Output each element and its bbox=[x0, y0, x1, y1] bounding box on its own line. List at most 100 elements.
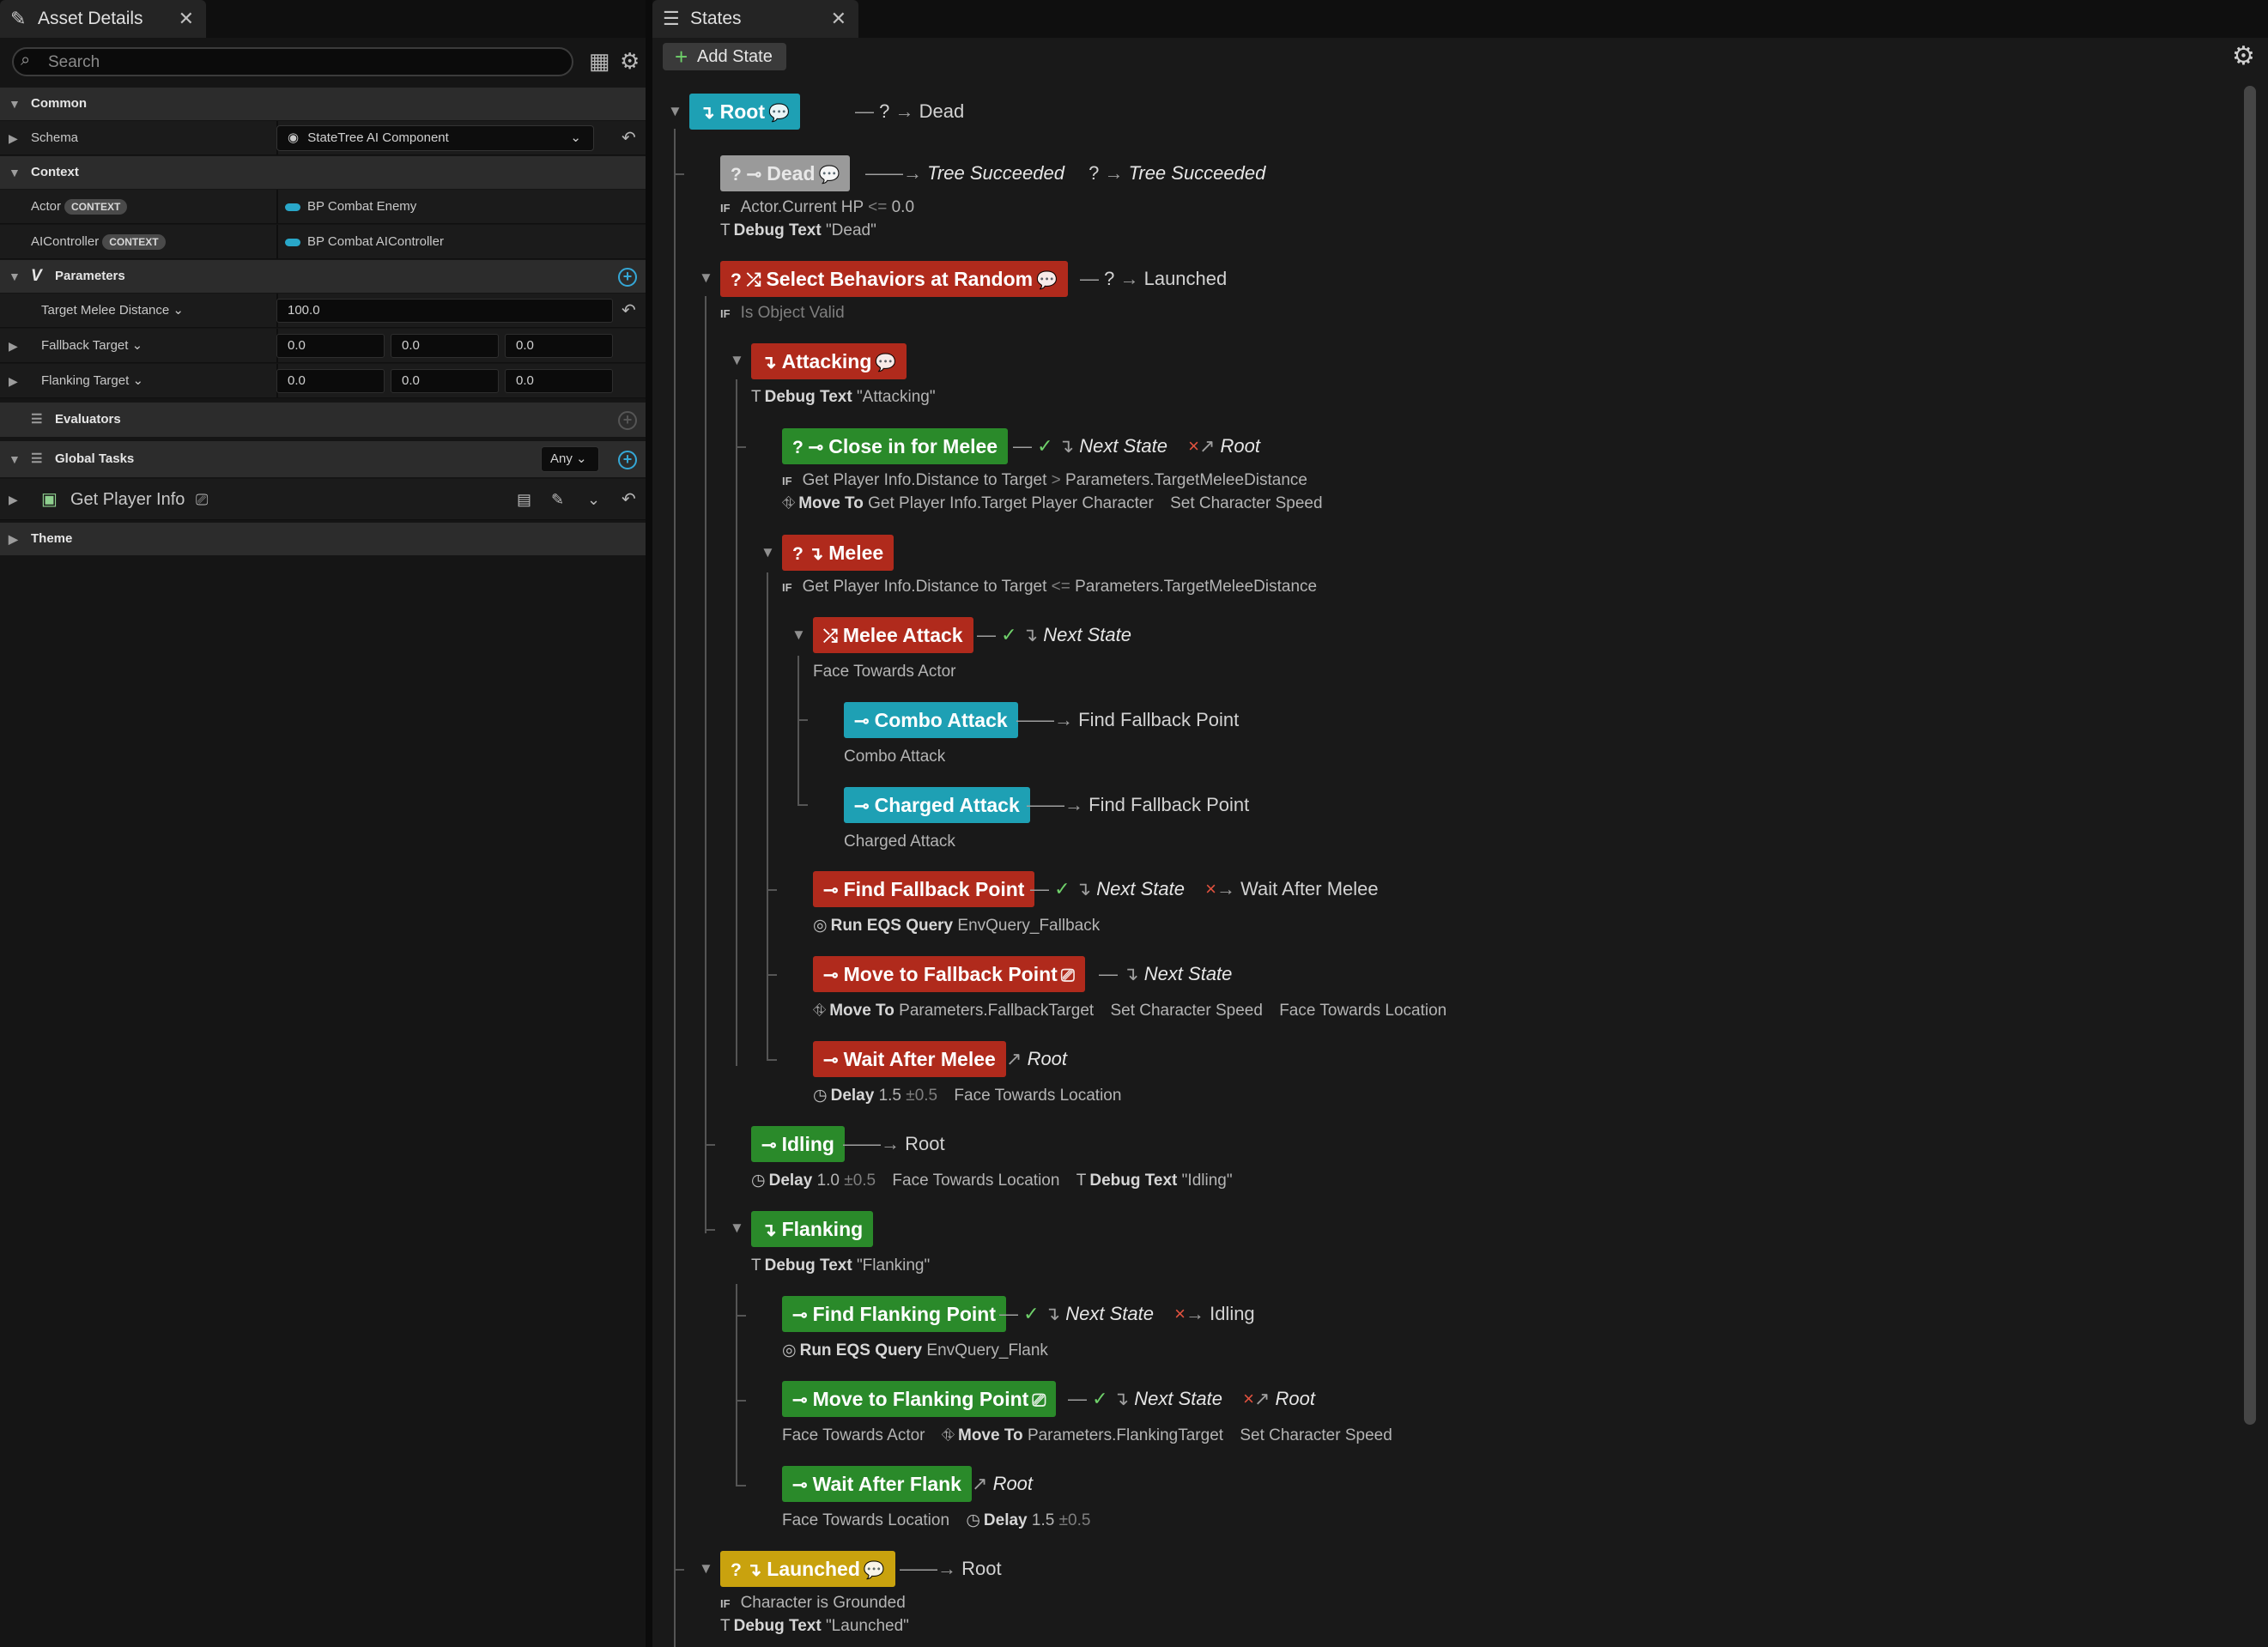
state-move-to-flanking-point[interactable]: ⊸ Move to Flanking Point ⎚ bbox=[782, 1381, 1057, 1417]
add-evaluator-icon[interactable]: + bbox=[618, 411, 637, 430]
collapse-arrow-icon[interactable]: ▼ bbox=[730, 1220, 744, 1237]
object-icon bbox=[285, 203, 300, 211]
flanking-target-label[interactable]: Flanking Target ⌄ bbox=[41, 364, 143, 398]
flanking-z-input[interactable]: 0.0 bbox=[505, 369, 613, 393]
state-launched[interactable]: ? ↴ Launched 💬 bbox=[720, 1551, 895, 1587]
transition-root: — ? → Dead bbox=[855, 100, 965, 122]
target-melee-distance-input[interactable]: 100.0 bbox=[276, 299, 613, 323]
panel-splitter[interactable] bbox=[646, 0, 652, 1647]
schema-row: ▶ Schema ◉ StateTree AI Component ⌄ ↶ bbox=[0, 121, 646, 155]
tree-line bbox=[736, 1485, 746, 1487]
transition-wait-flank: ↗ Root bbox=[972, 1473, 1034, 1494]
flanking-y-input[interactable]: 0.0 bbox=[391, 369, 499, 393]
tab-states[interactable]: ☰ States ✕ bbox=[652, 0, 858, 38]
if-icon: IF bbox=[782, 475, 792, 487]
state-find-flanking-point[interactable]: ⊸ Find Flanking Point bbox=[782, 1296, 1006, 1332]
check-icon: ✓ bbox=[1001, 624, 1017, 645]
close-in-tasks: ⛗ Move To Get Player Info.Target Player C… bbox=[782, 494, 1323, 512]
state-melee-attack[interactable]: ⤮ Melee Attack bbox=[813, 617, 973, 653]
task-state-icon: ⊸ bbox=[823, 1051, 839, 1070]
collapse-arrow-icon[interactable]: ▼ bbox=[699, 1560, 713, 1577]
close-icon[interactable]: ✕ bbox=[831, 0, 846, 38]
edit-icon[interactable]: ✎ bbox=[551, 479, 564, 520]
reset-icon[interactable]: ↶ bbox=[622, 479, 636, 520]
expand-arrow-icon[interactable]: ▶ bbox=[9, 364, 18, 398]
flanking-x-input[interactable]: 0.0 bbox=[276, 369, 385, 393]
tree-line bbox=[736, 379, 737, 1066]
table-icon[interactable]: ▦ bbox=[589, 48, 610, 75]
collapse-arrow-icon[interactable]: ▼ bbox=[668, 103, 682, 120]
category-evaluators-label: Evaluators bbox=[55, 412, 121, 427]
tab-asset-details[interactable]: ✎ Asset Details ✕ bbox=[0, 0, 206, 38]
state-attacking[interactable]: ↴ Attacking 💬 bbox=[751, 343, 907, 379]
browse-icon[interactable]: ▤ bbox=[517, 479, 531, 520]
search-field[interactable]: ⌕ bbox=[12, 47, 573, 76]
state-wait-after-flank[interactable]: ⊸ Wait After Flank bbox=[782, 1466, 972, 1502]
collapse-arrow-icon[interactable]: ▼ bbox=[761, 544, 775, 561]
expand-arrow-icon[interactable]: ▶ bbox=[9, 329, 18, 363]
object-icon bbox=[285, 238, 300, 246]
collapse-arrow-icon: ▼ bbox=[9, 452, 21, 466]
transition-launched: ——→ Root bbox=[900, 1558, 1002, 1579]
vertical-scrollbar[interactable] bbox=[2244, 86, 2256, 1425]
collapse-arrow-icon[interactable]: ▼ bbox=[699, 269, 713, 287]
fallback-y-input[interactable]: 0.0 bbox=[391, 334, 499, 358]
expand-arrow-icon[interactable]: ▶ bbox=[9, 479, 18, 520]
launched-condition: IF Character is Grounded bbox=[720, 1594, 906, 1612]
transition-find-flank: — ✓ ↴ Next State ×→ Idling bbox=[999, 1303, 1255, 1324]
collapse-arrow-icon: ▼ bbox=[9, 166, 21, 179]
collapse-arrow-icon[interactable]: ▼ bbox=[791, 627, 806, 644]
global-tasks-mode-dropdown[interactable]: Any ⌄ bbox=[541, 446, 599, 472]
tree-line bbox=[797, 656, 799, 805]
expand-arrow-icon[interactable]: ▶ bbox=[9, 121, 18, 155]
fail-icon: × bbox=[1174, 1303, 1186, 1324]
state-move-to-fallback-point[interactable]: ⊸ Move to Fallback Point ⎚ bbox=[813, 956, 1085, 992]
fallback-z-input[interactable]: 0.0 bbox=[505, 334, 613, 358]
category-parameters[interactable]: ▼ V Parameters + bbox=[0, 260, 646, 293]
category-common[interactable]: ▼ Common bbox=[0, 88, 646, 120]
close-icon[interactable]: ✕ bbox=[179, 0, 194, 38]
search-input[interactable] bbox=[46, 50, 556, 76]
state-flanking[interactable]: ↴ Flanking bbox=[751, 1211, 874, 1247]
move-to-icon: ⛗ bbox=[941, 1426, 955, 1444]
target-melee-distance-label[interactable]: Target Melee Distance ⌄ bbox=[41, 294, 184, 328]
add-global-task-icon[interactable]: + bbox=[618, 451, 637, 469]
category-global-tasks[interactable]: ▼ ☰ Global Tasks Any ⌄ + bbox=[0, 441, 646, 477]
tree-line bbox=[705, 1229, 715, 1231]
state-close-in-for-melee[interactable]: ? ⊸ Close in for Melee bbox=[782, 428, 1009, 464]
reset-icon[interactable]: ↶ bbox=[622, 294, 636, 328]
state-select-behaviors[interactable]: ? ⤮ Select Behaviors at Random 💬 bbox=[720, 261, 1068, 297]
tab-asset-details-label: Asset Details bbox=[38, 9, 143, 28]
state-label: Select Behaviors at Random bbox=[766, 268, 1034, 290]
gear-icon[interactable]: ⚙ bbox=[620, 48, 640, 75]
transition-target: Next State bbox=[1134, 1388, 1222, 1409]
transition-target: Root bbox=[1275, 1388, 1315, 1409]
add-parameter-icon[interactable]: + bbox=[618, 268, 637, 287]
add-state-button[interactable]: + Add State bbox=[663, 43, 786, 70]
condition-icon: ? ⊸ bbox=[792, 438, 824, 457]
collapse-arrow-icon[interactable]: ▼ bbox=[730, 352, 744, 369]
state-root[interactable]: ↴ Root 💬 bbox=[689, 94, 800, 130]
state-label: Move to Flanking Point bbox=[812, 1388, 1029, 1410]
category-context[interactable]: ▼ Context bbox=[0, 156, 646, 189]
state-wait-after-melee[interactable]: ⊸ Wait After Melee bbox=[813, 1041, 1006, 1077]
global-task-get-player-info[interactable]: ▶ ▣ Get Player Info ⎚ ▤ ✎ ⌄ ↶ bbox=[0, 479, 646, 520]
state-melee[interactable]: ? ↴ Melee bbox=[782, 535, 894, 571]
reset-icon[interactable]: ↶ bbox=[622, 121, 636, 155]
close-in-condition: IF Get Player Info.Distance to Target > P… bbox=[782, 471, 1307, 489]
chevron-down-icon[interactable]: ⌄ bbox=[587, 479, 600, 520]
category-evaluators[interactable]: ☰ Evaluators + bbox=[0, 403, 646, 437]
state-idling[interactable]: ⊸ Idling bbox=[751, 1126, 845, 1162]
schema-dropdown[interactable]: ◉ StateTree AI Component ⌄ bbox=[276, 125, 594, 151]
gear-icon[interactable]: ⚙ bbox=[2232, 41, 2255, 71]
fail-icon: × bbox=[1188, 435, 1199, 457]
state-combo-attack[interactable]: ⊸ Combo Attack bbox=[844, 702, 1018, 738]
actor-value: BP Combat Enemy bbox=[285, 190, 416, 224]
transition-target: Next State bbox=[1079, 435, 1167, 457]
state-find-fallback-point[interactable]: ⊸ Find Fallback Point bbox=[813, 871, 1035, 907]
fallback-x-input[interactable]: 0.0 bbox=[276, 334, 385, 358]
fallback-target-label[interactable]: Fallback Target ⌄ bbox=[41, 329, 143, 363]
category-theme[interactable]: ▶ Theme bbox=[0, 523, 646, 555]
state-charged-attack[interactable]: ⊸ Charged Attack bbox=[844, 787, 1030, 823]
state-dead[interactable]: ? ⊸ Dead 💬 bbox=[720, 155, 851, 191]
